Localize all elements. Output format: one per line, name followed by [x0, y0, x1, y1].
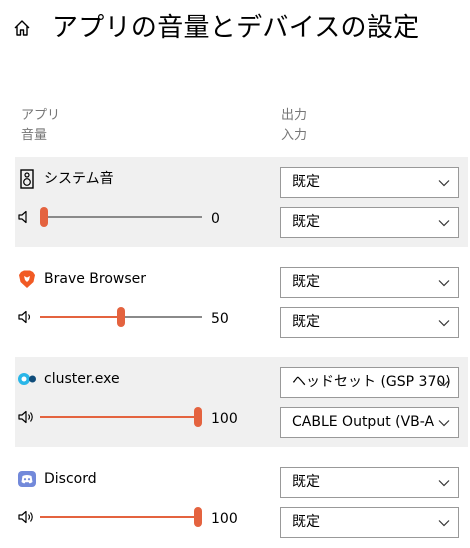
slider-thumb[interactable]	[40, 207, 48, 227]
volume-column-label: 音量	[21, 128, 48, 143]
output-device-value: 既定	[292, 274, 320, 290]
input-device-dropdown[interactable]: CABLE Output (VB-A	[280, 407, 459, 438]
output-device-value: 既定	[292, 474, 320, 490]
app-column-label: アプリ	[21, 108, 61, 123]
output-device-dropdown[interactable]: ヘッドセット (GSP 370)	[280, 367, 459, 398]
slider-track	[44, 216, 202, 218]
output-device-value: 既定	[292, 174, 320, 190]
slider-fill	[40, 516, 198, 518]
home-icon[interactable]	[12, 18, 32, 38]
volume-value: 50	[211, 311, 229, 327]
app-name: システム音	[44, 171, 114, 187]
app-row-system-sounds: システム音 0 既定 既定	[15, 157, 468, 247]
input-column-label: 入力	[281, 128, 308, 143]
device-header: 出力 入力	[281, 106, 307, 146]
app-name: Brave Browser	[44, 271, 147, 287]
input-device-value: 既定	[292, 214, 320, 230]
volume-value: 100	[211, 511, 238, 527]
output-device-value: ヘッドセット (GSP 370)	[292, 374, 451, 390]
slider-thumb[interactable]	[117, 307, 125, 327]
volume-slider[interactable]	[40, 407, 202, 427]
input-device-value: 既定	[292, 314, 320, 330]
chevron-down-icon	[438, 320, 450, 327]
speaker-box-icon	[20, 169, 34, 189]
volume-value: 0	[211, 211, 220, 227]
output-column-label: 出力	[281, 108, 308, 123]
discord-icon	[18, 471, 36, 487]
volume-slider[interactable]	[40, 507, 202, 527]
slider-thumb[interactable]	[194, 407, 202, 427]
volume-slider[interactable]	[40, 307, 202, 327]
input-device-value: 既定	[292, 514, 320, 530]
slider-fill	[40, 316, 121, 318]
app-row-cluster: cluster.exe 100 ヘッドセット (GSP 370) CABLE O…	[15, 357, 468, 447]
chevron-down-icon	[438, 480, 450, 487]
volume-slider[interactable]	[40, 207, 202, 227]
app-row-discord: Discord 100 既定 既定	[15, 457, 468, 547]
chevron-down-icon	[438, 420, 450, 427]
input-device-dropdown[interactable]: 既定	[280, 307, 459, 338]
slider-track	[121, 316, 202, 318]
speaker-volume-high-icon[interactable]	[17, 409, 35, 425]
input-device-value: CABLE Output (VB-A	[292, 414, 435, 430]
app-name: Discord	[44, 471, 97, 487]
slider-thumb[interactable]	[194, 507, 202, 527]
speaker-volume-high-icon[interactable]	[17, 509, 35, 525]
app-name: cluster.exe	[44, 371, 120, 387]
app-row-brave-browser: Brave Browser 50 既定 既定	[15, 257, 468, 347]
chevron-down-icon	[438, 180, 450, 187]
speaker-volume-icon[interactable]	[17, 309, 35, 325]
chevron-down-icon	[438, 520, 450, 527]
slider-fill	[40, 416, 198, 418]
output-device-dropdown[interactable]: 既定	[280, 167, 459, 198]
chevron-down-icon	[438, 380, 450, 387]
brave-lion-icon	[19, 270, 35, 288]
page-title: アプリの音量とデバイスの設定	[52, 13, 420, 43]
chevron-down-icon	[438, 220, 450, 227]
output-device-dropdown[interactable]: 既定	[280, 267, 459, 298]
input-device-dropdown[interactable]: 既定	[280, 207, 459, 238]
output-device-dropdown[interactable]: 既定	[280, 467, 459, 498]
speaker-muted-level-icon[interactable]	[17, 209, 35, 225]
cluster-icon	[18, 373, 36, 385]
app-volume-header: アプリ 音量	[21, 106, 60, 146]
input-device-dropdown[interactable]: 既定	[280, 507, 459, 538]
volume-value: 100	[211, 411, 238, 427]
chevron-down-icon	[438, 280, 450, 287]
